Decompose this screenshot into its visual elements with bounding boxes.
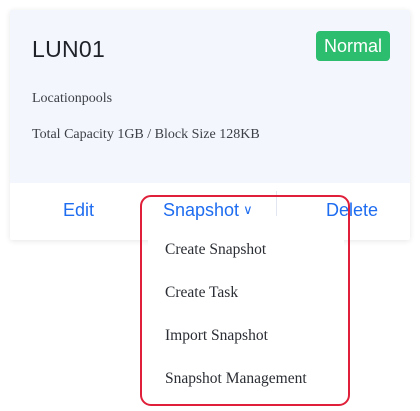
delete-button[interactable]: Delete bbox=[326, 200, 378, 221]
snapshot-dropdown-button[interactable]: Snapshot ∨ bbox=[163, 200, 253, 221]
status-badge: Normal bbox=[316, 31, 391, 61]
lun-card: LUN01 Normal Locationpools Total Capacit… bbox=[10, 10, 410, 240]
menu-item-create-task[interactable]: Create Task bbox=[148, 271, 344, 314]
menu-item-snapshot-management[interactable]: Snapshot Management bbox=[148, 357, 344, 400]
menu-item-import-snapshot[interactable]: Import Snapshot bbox=[148, 314, 344, 357]
action-divider bbox=[276, 191, 277, 216]
edit-button[interactable]: Edit bbox=[63, 200, 94, 221]
lun-location: Locationpools bbox=[32, 91, 113, 106]
lun-card-header: LUN01 Normal Locationpools Total Capacit… bbox=[10, 10, 410, 183]
lun-capacity: Total Capacity 1GB / Block Size 128KB bbox=[32, 127, 260, 142]
chevron-down-icon: ∨ bbox=[243, 202, 253, 217]
snapshot-dropdown-menu: Create Snapshot Create Task Import Snaps… bbox=[148, 228, 344, 400]
lun-title: LUN01 bbox=[32, 36, 106, 62]
snapshot-button-label: Snapshot bbox=[163, 200, 240, 220]
menu-item-create-snapshot[interactable]: Create Snapshot bbox=[148, 228, 344, 271]
